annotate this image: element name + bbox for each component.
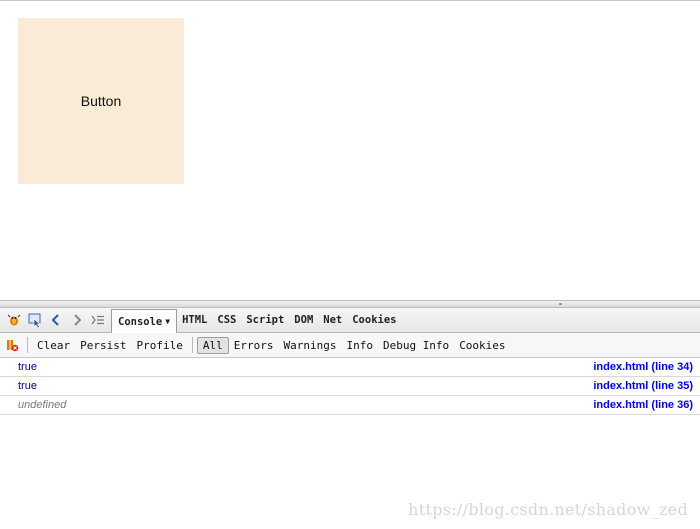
source-link[interactable]: index.html (line 36) (593, 399, 693, 411)
filter-cookies-button[interactable]: Cookies (454, 337, 510, 354)
console-toolbar: Clear Persist Profile All Errors Warning… (0, 333, 700, 358)
tab-cookies[interactable]: Cookies (347, 309, 401, 331)
error-breakpoint-icon[interactable] (2, 335, 22, 355)
console-value: undefined (18, 399, 67, 411)
chevron-down-icon[interactable]: ▼ (165, 310, 170, 333)
console-row: true index.html (line 35) (0, 377, 700, 396)
splitter-grip (559, 303, 562, 305)
inspect-icon[interactable] (25, 310, 45, 330)
demo-button[interactable]: Button (18, 18, 184, 184)
tab-html[interactable]: HTML (177, 309, 212, 331)
demo-button-label: Button (80, 93, 122, 109)
command-line-icon[interactable] (88, 310, 108, 330)
firebug-tool-icons (0, 308, 109, 332)
source-link[interactable]: index.html (line 35) (593, 380, 693, 392)
console-row: true index.html (line 34) (0, 358, 700, 377)
filter-info-button[interactable]: Info (341, 337, 378, 354)
source-link[interactable]: index.html (line 34) (593, 361, 693, 373)
console-output: true index.html (line 34) true index.htm… (0, 358, 700, 415)
firebug-icon[interactable] (4, 310, 24, 330)
tab-script[interactable]: Script (241, 309, 289, 331)
tab-dom[interactable]: DOM (289, 309, 318, 331)
panel-splitter[interactable] (0, 300, 700, 308)
persist-button[interactable]: Persist (75, 337, 131, 354)
toolbar-separator (27, 337, 28, 353)
filter-all-button[interactable]: All (196, 336, 229, 354)
console-row: undefined index.html (line 36) (0, 396, 700, 415)
console-value[interactable]: true (18, 361, 37, 373)
back-icon[interactable] (46, 310, 66, 330)
firebug-tabbar: Console ▼ HTML CSS Script DOM Net Cookies (0, 308, 700, 333)
firebug-panel: Console ▼ HTML CSS Script DOM Net Cookies… (0, 300, 700, 529)
filter-errors-button[interactable]: Errors (229, 337, 279, 354)
tab-console-label: Console (118, 316, 163, 328)
clear-button[interactable]: Clear (32, 337, 75, 354)
profile-button[interactable]: Profile (131, 337, 187, 354)
console-value[interactable]: true (18, 380, 37, 392)
filter-debug-info-button[interactable]: Debug Info (378, 337, 454, 354)
watermark: https://blog.csdn.net/shadow_zed (408, 500, 688, 519)
forward-icon[interactable] (67, 310, 87, 330)
toolbar-separator (191, 337, 193, 353)
page-viewport: Button (0, 0, 700, 300)
filter-warnings-button[interactable]: Warnings (278, 337, 341, 354)
tab-css[interactable]: CSS (212, 309, 241, 331)
tab-net[interactable]: Net (318, 309, 347, 331)
tab-console[interactable]: Console ▼ (111, 309, 178, 333)
